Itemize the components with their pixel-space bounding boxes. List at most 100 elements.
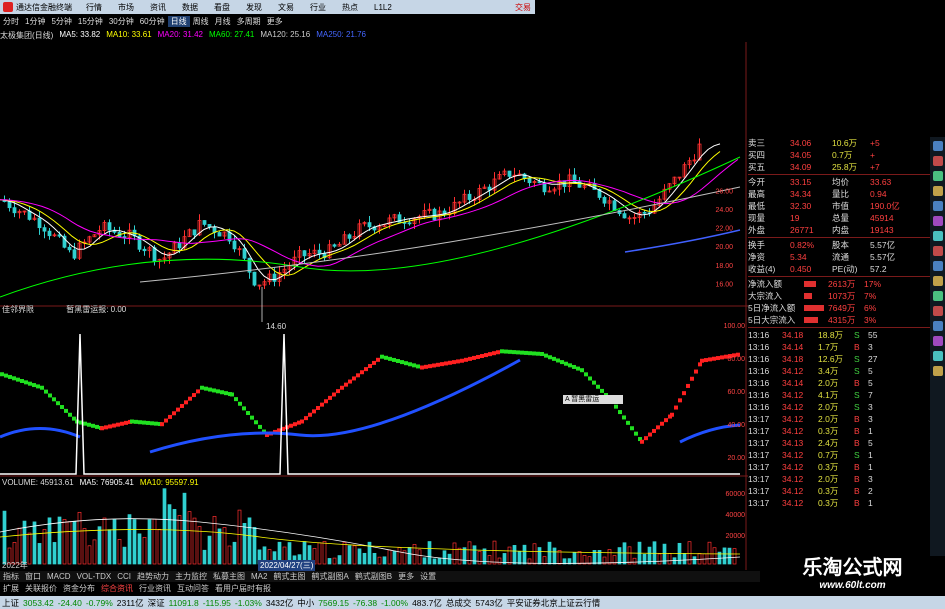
candle-body bbox=[107, 222, 112, 231]
menu-item[interactable]: 数据 bbox=[182, 3, 198, 12]
volume-bar bbox=[82, 528, 87, 565]
icon-4-icon[interactable] bbox=[932, 186, 943, 196]
menu-item[interactable]: 资讯 bbox=[150, 3, 166, 12]
indicator-blue-line bbox=[0, 427, 81, 439]
flow-value: 7649万 bbox=[828, 303, 856, 313]
indicator-dot bbox=[644, 436, 648, 441]
tick-row: 13:17 34.12 0.3万 B 1 bbox=[748, 497, 930, 509]
indicator-tab[interactable]: 鹤式副图A bbox=[308, 571, 351, 582]
menu-item[interactable]: L1L2 bbox=[374, 3, 392, 12]
ma250-label: MA250: 21.76 bbox=[316, 30, 366, 39]
period-tab[interactable]: 15分钟 bbox=[75, 16, 106, 27]
indicator-dot bbox=[300, 419, 304, 424]
period-tab[interactable]: 周线 bbox=[190, 16, 212, 27]
indicator-param: 暂黑雷运报: 0.00 bbox=[66, 305, 127, 314]
menu-item[interactable]: 文易 bbox=[278, 3, 294, 12]
volume-bar bbox=[92, 539, 97, 565]
icon-13-icon[interactable] bbox=[932, 321, 943, 331]
volume-bar bbox=[217, 528, 222, 565]
icon-8-icon[interactable] bbox=[932, 246, 943, 256]
period-tab[interactable]: 更多 bbox=[264, 16, 286, 27]
flow-label: 大宗流入 bbox=[748, 291, 783, 301]
volume-bar bbox=[17, 527, 22, 565]
indicator-tab[interactable]: 窗口 bbox=[22, 571, 44, 582]
indicator-tab[interactable]: 设置 bbox=[417, 571, 439, 582]
info-tab[interactable]: 综合资讯 bbox=[98, 583, 136, 594]
menu-item[interactable]: 市场 bbox=[118, 3, 134, 12]
indicator-tab[interactable]: CCI bbox=[114, 572, 134, 581]
icon-1-icon[interactable] bbox=[932, 141, 943, 151]
volume-bar bbox=[512, 545, 517, 565]
quote-cell: 5.34 bbox=[790, 252, 807, 262]
index-name[interactable]: 深证 bbox=[148, 597, 165, 609]
tick-cell: 13:17 bbox=[748, 474, 770, 484]
indicator-dot bbox=[332, 392, 336, 397]
indicator-tab[interactable]: MACD bbox=[44, 572, 74, 581]
indicator-tab[interactable]: 鹤式副图B bbox=[352, 571, 395, 582]
menu-item[interactable]: 行业 bbox=[310, 3, 326, 12]
indicator-dot bbox=[652, 428, 656, 433]
period-tab[interactable]: 日线 bbox=[167, 16, 190, 27]
indicator-tab[interactable]: VOL-TDX bbox=[74, 572, 115, 581]
period-tab[interactable]: 多周期 bbox=[234, 16, 264, 27]
indicator-dot bbox=[568, 363, 572, 368]
icon-16-icon[interactable] bbox=[932, 366, 943, 376]
period-tab[interactable]: 60分钟 bbox=[137, 16, 168, 27]
icon-14-icon[interactable] bbox=[932, 336, 943, 346]
trade-menu-item[interactable]: 交易 bbox=[515, 2, 531, 13]
menu-item[interactable]: 热点 bbox=[342, 3, 358, 12]
icon-6-icon[interactable] bbox=[932, 216, 943, 226]
indicator-tab[interactable]: 更多 bbox=[395, 571, 417, 582]
icon-2-icon[interactable] bbox=[932, 156, 943, 166]
candle-body bbox=[232, 240, 237, 250]
indicator-tab[interactable]: 私募主图 bbox=[210, 571, 248, 582]
volume-bar bbox=[187, 511, 192, 565]
icon-7-icon[interactable] bbox=[932, 231, 943, 241]
info-tab[interactable]: 资金分布 bbox=[60, 583, 98, 594]
indicator-dot bbox=[682, 391, 686, 396]
period-tab[interactable]: 30分钟 bbox=[106, 16, 137, 27]
indicator-tab[interactable]: 主力监控 bbox=[172, 571, 210, 582]
quote-cell: 卖三 bbox=[748, 138, 766, 148]
info-tab[interactable]: 行业资讯 bbox=[136, 583, 174, 594]
period-tab[interactable]: 分时 bbox=[0, 16, 22, 27]
volume-bar bbox=[252, 527, 257, 565]
flow-row: 净流入额 2613万 17% bbox=[748, 278, 930, 290]
period-tab[interactable]: 月线 bbox=[212, 16, 234, 27]
index-name[interactable]: 中小 bbox=[297, 597, 314, 609]
indicator-tab[interactable]: 趋势动力 bbox=[134, 571, 172, 582]
icon-9-icon[interactable] bbox=[932, 261, 943, 271]
menu-item[interactable]: 行情 bbox=[86, 3, 102, 12]
indicator-tab[interactable]: 指标 bbox=[0, 571, 22, 582]
icon-5-icon[interactable] bbox=[932, 201, 943, 211]
indicator-tab[interactable]: 鹤式主图 bbox=[270, 571, 308, 582]
indicator-dot bbox=[698, 362, 702, 367]
icon-15-icon[interactable] bbox=[932, 351, 943, 361]
menu-item[interactable]: 看盘 bbox=[214, 3, 230, 12]
quote-cell: +5 bbox=[870, 138, 880, 148]
period-tab[interactable]: 5分钟 bbox=[48, 16, 74, 27]
indicator-dot bbox=[168, 414, 172, 419]
icon-11-icon[interactable] bbox=[932, 291, 943, 301]
info-tab[interactable]: 关联报价 bbox=[22, 583, 60, 594]
icon-12-icon[interactable] bbox=[932, 306, 943, 316]
index-name[interactable]: 上证 bbox=[2, 597, 19, 609]
tick-cell: 13:16 bbox=[748, 378, 770, 388]
info-tab[interactable]: 扩展 bbox=[0, 583, 22, 594]
info-tab[interactable]: 互动问答 bbox=[174, 583, 212, 594]
volume-ma5: MA5: 76905.41 bbox=[79, 478, 134, 487]
quote-cell: +7 bbox=[870, 162, 880, 172]
ma120-label: MA120: 25.16 bbox=[260, 30, 311, 39]
menu-item[interactable]: 发现 bbox=[246, 3, 262, 12]
tick-cell: 27 bbox=[868, 354, 878, 364]
volume-bar bbox=[167, 504, 172, 565]
period-tab[interactable]: 1分钟 bbox=[22, 16, 48, 27]
icon-3-icon[interactable] bbox=[932, 171, 943, 181]
tick-cell: 13:17 bbox=[748, 414, 770, 424]
indicator-tab[interactable]: MA2 bbox=[248, 572, 270, 581]
icon-10-icon[interactable] bbox=[932, 276, 943, 286]
info-tab[interactable]: 看用户届时有报 bbox=[212, 583, 274, 594]
indicator-dot bbox=[134, 419, 138, 424]
indicator-dot bbox=[328, 395, 332, 400]
indicator-dot bbox=[360, 370, 364, 375]
